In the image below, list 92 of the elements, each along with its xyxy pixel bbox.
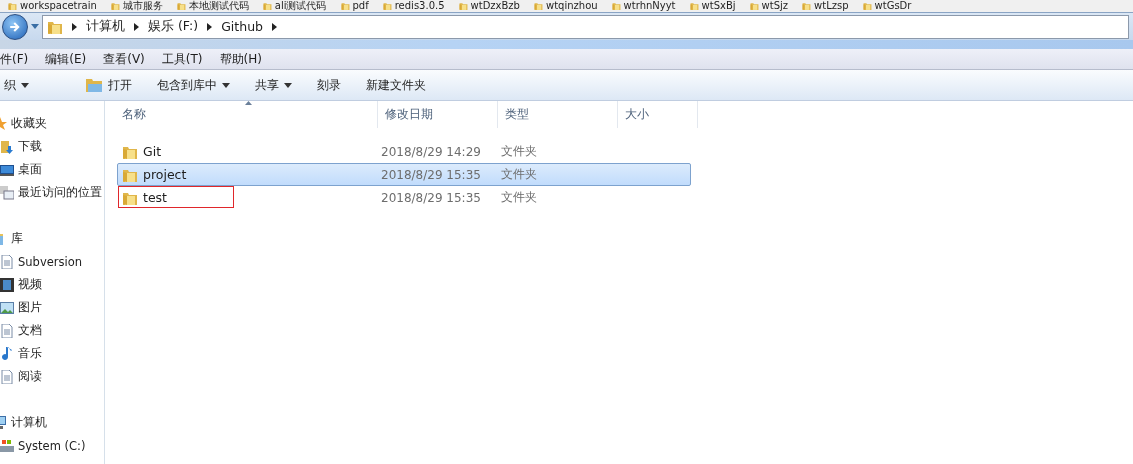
bookmark[interactable]: wtDzxBzb	[458, 0, 520, 12]
date-cell-text: 2018/8/29 15:35	[380, 166, 482, 184]
desktop-icon	[0, 162, 14, 177]
toolbar-button[interactable]: 织	[0, 73, 33, 97]
breadcrumb[interactable]: 娱乐 (F:)	[148, 18, 199, 35]
bookmark[interactable]: 本地测试代码	[176, 0, 249, 12]
sidebar-item[interactable]: 库	[0, 227, 104, 250]
caret-icon	[21, 82, 29, 88]
breadcrumb[interactable]: 计算机	[86, 18, 125, 35]
toolbar-button[interactable]: 刻录	[313, 73, 345, 97]
chevron-icon	[272, 22, 277, 31]
document-icon	[0, 254, 14, 269]
folder-icon	[749, 2, 759, 10]
type-cell-text: 文件夹	[500, 166, 538, 183]
address-field[interactable]: 计算机 娱乐 (F:) Github	[42, 14, 1129, 39]
toolbar-button[interactable]: 共享	[251, 73, 296, 97]
menu-item[interactable]: 件(F)	[0, 50, 29, 68]
document-icon	[0, 323, 14, 338]
chevron-icon	[72, 22, 77, 31]
bookmark[interactable]: wtqinzhou	[534, 0, 598, 12]
folder-icon	[85, 77, 103, 93]
menu-item[interactable]: 帮助(H)	[219, 50, 262, 68]
file-name[interactable]: Git	[122, 144, 162, 159]
folder-icon	[8, 2, 17, 10]
menu-item[interactable]: 编辑(E)	[45, 50, 87, 68]
bookmark[interactable]: wtLzsp	[802, 0, 849, 12]
sidebar-item[interactable]: 桌面	[0, 158, 104, 181]
type-cell-text: 文件夹	[500, 189, 538, 206]
file-name[interactable]: project	[122, 167, 187, 182]
chevron-icon	[134, 22, 139, 31]
folder-icon	[534, 2, 543, 10]
bookmark[interactable]: redis3.0.5	[382, 0, 445, 12]
sidebar-item[interactable]: 最近访问的位置	[0, 181, 104, 204]
sidebar-item[interactable]: 视频	[0, 273, 104, 296]
menu-item[interactable]: 查看(V)	[103, 50, 145, 68]
date-cell-text: 2018/8/29 14:29	[380, 143, 482, 161]
caret-icon[interactable]	[31, 24, 39, 29]
folder-icon	[47, 19, 63, 34]
folder-icon	[122, 167, 138, 182]
folder-icon	[382, 2, 392, 10]
folder-icon	[862, 2, 872, 10]
file-name[interactable]: test	[122, 190, 167, 205]
column-header[interactable]: 修改日期	[378, 101, 498, 128]
sidebar-item[interactable]: 音乐	[0, 342, 104, 365]
folder-icon	[262, 2, 272, 10]
music-note-icon	[0, 346, 14, 361]
bookmark[interactable]: workspacetrain	[8, 0, 97, 12]
folder-icon	[458, 2, 468, 10]
caret-icon	[222, 82, 230, 88]
column-header[interactable]: 名称	[115, 101, 378, 128]
toolbar-button[interactable]: 包含到库中	[153, 73, 234, 97]
caret-icon	[284, 82, 292, 88]
download-icon	[0, 139, 14, 154]
recent-places-icon	[0, 185, 14, 200]
bookmark[interactable]: wtSxBj	[689, 0, 736, 12]
sidebar-item[interactable]: 计算机	[0, 411, 104, 434]
bookmark[interactable]: pdf	[340, 0, 369, 12]
toolbar-button[interactable]: 新建文件夹	[362, 73, 430, 97]
column-header[interactable]: 类型	[498, 101, 618, 128]
bookmark[interactable]: 城市服务	[110, 0, 163, 12]
date-cell-text: 2018/8/29 15:35	[380, 189, 482, 207]
menu-item[interactable]: 工具(T)	[161, 50, 203, 68]
type-cell-text: 文件夹	[500, 143, 538, 160]
folder-icon	[802, 2, 812, 10]
sidebar-item[interactable]: 图片	[0, 296, 104, 319]
folder-icon	[340, 2, 350, 10]
forward-button[interactable]	[2, 13, 28, 40]
chevron-icon	[207, 22, 213, 31]
folder-icon	[689, 2, 699, 10]
image-icon	[0, 300, 14, 315]
folder-icon	[611, 2, 621, 10]
bookmark[interactable]: wtSjz	[749, 0, 789, 12]
sidebar-item[interactable]: 文档	[0, 319, 104, 342]
sidebar-item[interactable]: Subversion	[0, 250, 104, 273]
folder-icon	[176, 2, 186, 10]
toolbar-button[interactable]: 打开	[81, 73, 136, 97]
folder-icon	[122, 190, 138, 205]
folder-icon	[122, 144, 138, 159]
drive-icon	[0, 438, 14, 453]
folder-icon	[110, 2, 120, 10]
breadcrumb[interactable]: Github	[221, 19, 263, 34]
bookmark[interactable]: ali测试代码	[262, 0, 327, 12]
sidebar-item[interactable]: 收藏夹	[0, 112, 104, 135]
column-header[interactable]: 大小	[618, 101, 698, 128]
sidebar-item[interactable]: System (C:)	[0, 434, 104, 457]
sidebar-item[interactable]: 阅读	[0, 365, 104, 388]
selected-row[interactable]: project 2018/8/29 15:35 文件夹	[117, 163, 691, 186]
bookmark[interactable]: wtrhnNyyt	[611, 0, 676, 12]
bookmark[interactable]: wtGsDr	[862, 0, 912, 12]
document-icon	[0, 369, 14, 384]
film-icon	[0, 277, 14, 292]
sidebar-item[interactable]: 下载	[0, 135, 104, 158]
